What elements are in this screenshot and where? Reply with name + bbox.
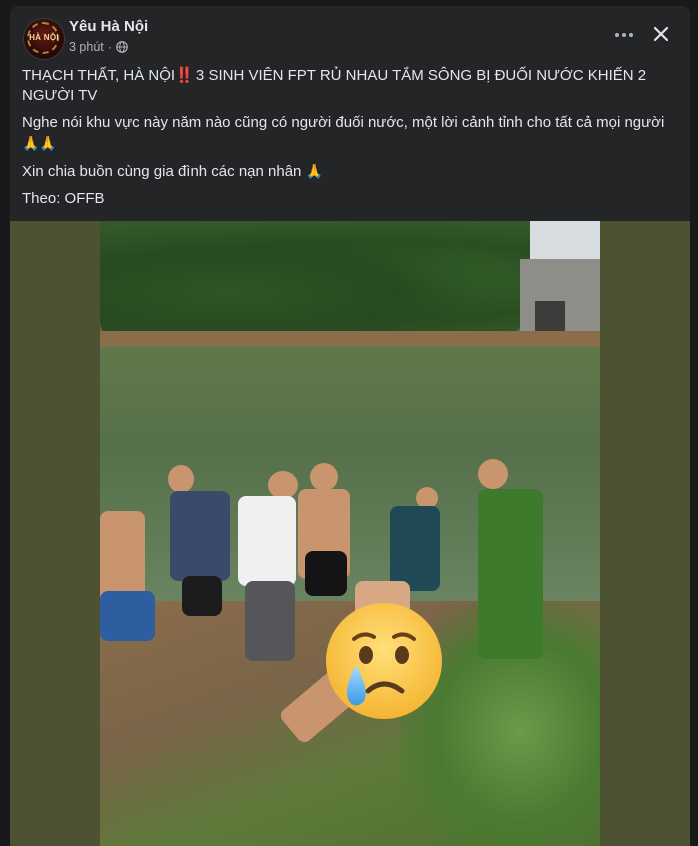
photo-trees <box>100 221 530 341</box>
photo-person <box>305 551 347 596</box>
post-paragraph-condolence: Xin chia buồn cùng gia đình các nạn nhân… <box>22 161 680 182</box>
praying-hands-emoji: 🙏🙏 <box>22 135 57 151</box>
avatar-logo-text: HÀ NỘI <box>29 33 59 42</box>
meta-separator: · <box>107 40 112 54</box>
globe-icon[interactable] <box>115 41 128 53</box>
headline-location: THẠCH THẤT, HÀ NỘI <box>22 67 176 84</box>
photo-person <box>245 581 295 661</box>
warning-text: Nghe nói khu vực này năm nào cũng có ngư… <box>22 114 665 131</box>
photo-person-head <box>478 459 508 489</box>
post-time[interactable]: 3 phút <box>69 40 104 54</box>
post-headline: THẠCH THẤT, HÀ NỘI‼️ 3 SINH VIÊN FPT RỦ … <box>22 66 680 106</box>
photo-person <box>100 591 155 641</box>
photo-person <box>238 496 296 586</box>
condolence-text: Xin chia buồn cùng gia đình các nạn nhân <box>22 163 302 180</box>
author-name[interactable]: Yêu Hà Nội <box>69 18 148 35</box>
double-exclamation-emoji: ‼️ <box>175 67 194 84</box>
photo-person <box>478 489 543 659</box>
photo-person-head <box>310 463 338 491</box>
praying-hands-emoji: 🙏 <box>305 163 323 179</box>
more-options-button[interactable] <box>610 23 638 47</box>
photo-person-head <box>268 471 298 499</box>
post-meta: 3 phút · <box>69 40 128 54</box>
avatar[interactable]: HÀ NỘI <box>23 18 65 60</box>
photo-person-head <box>168 465 194 493</box>
post-source: Theo: OFFB <box>22 190 105 207</box>
post-paragraph-warning: Nghe nói khu vực này năm nào cũng có ngư… <box>22 113 680 154</box>
more-options-icon <box>615 33 619 37</box>
crying-face-emoji <box>326 603 442 719</box>
post-photo-frame[interactable] <box>10 221 690 846</box>
post-header: HÀ NỘI Yêu Hà Nội 3 phút · <box>10 6 690 62</box>
photo-person <box>170 491 230 581</box>
close-icon <box>653 26 669 42</box>
post-body: THẠCH THẤT, HÀ NỘI‼️ 3 SINH VIÊN FPT RỦ … <box>22 66 680 216</box>
more-options-dot <box>622 33 626 37</box>
close-button[interactable] <box>648 21 674 47</box>
post-card: HÀ NỘI Yêu Hà Nội 3 phút · THẠCH THẤT, H… <box>10 6 690 846</box>
more-options-dot <box>629 33 633 37</box>
photo-person <box>390 506 440 591</box>
photo-person <box>182 576 222 616</box>
post-photo[interactable] <box>100 221 600 846</box>
